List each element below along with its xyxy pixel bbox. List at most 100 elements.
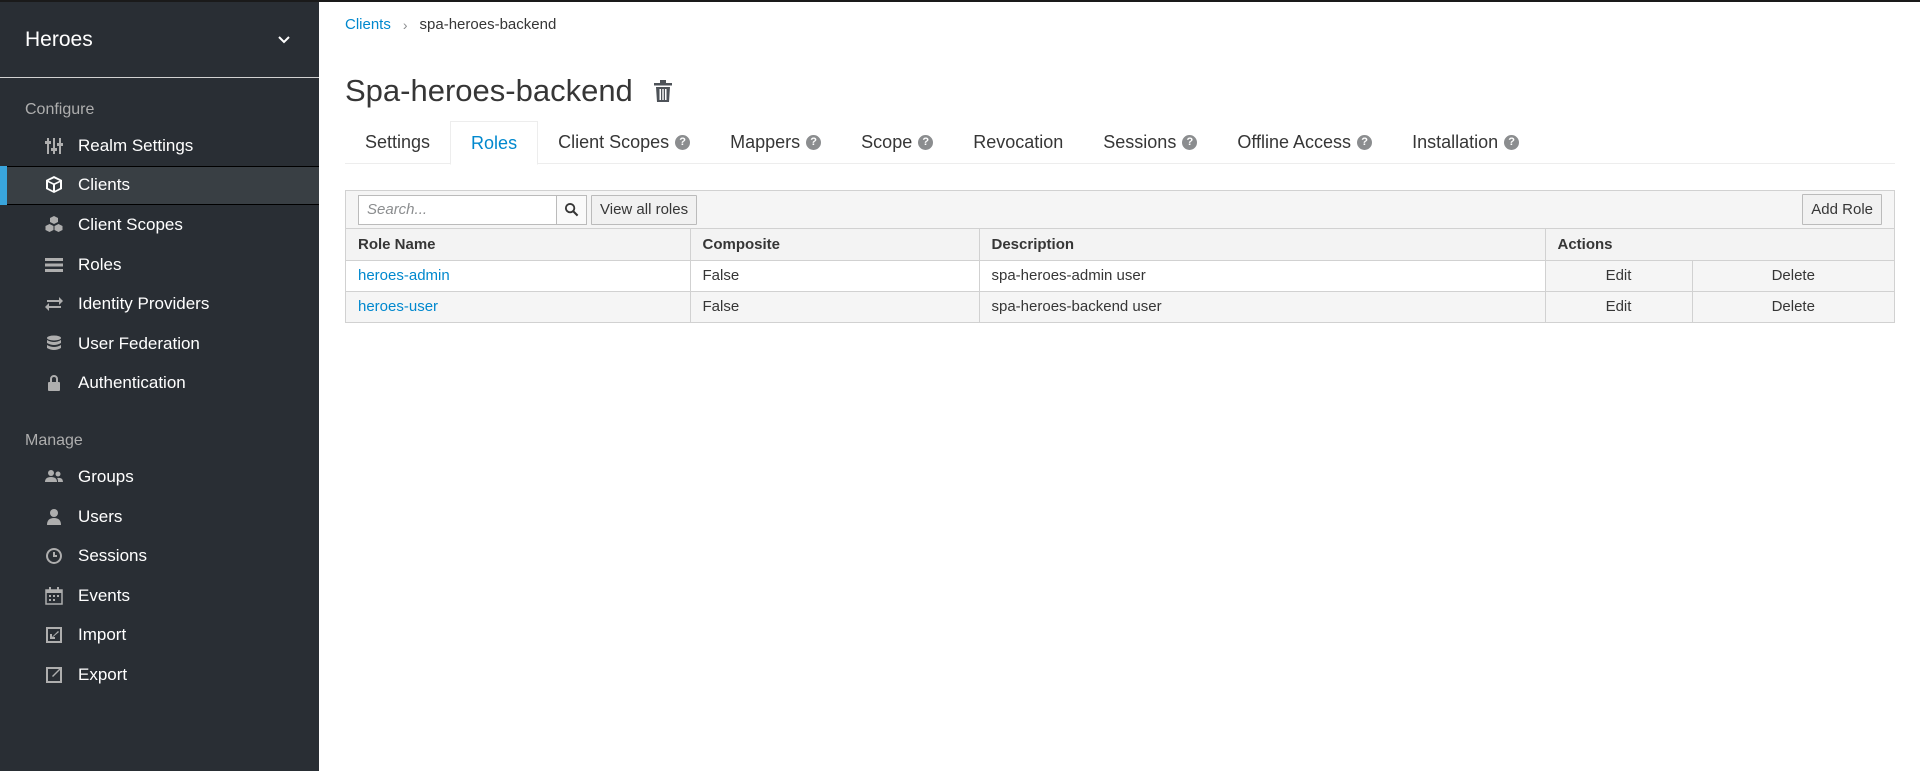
- composite-cell: False: [690, 259, 980, 291]
- edit-button[interactable]: Edit: [1545, 290, 1693, 322]
- sidebar-item-label: Identity Providers: [78, 294, 210, 314]
- sidebar-item-label: Sessions: [78, 546, 147, 566]
- table-header-row: Role Name Composite Description Actions: [346, 229, 1894, 260]
- help-icon[interactable]: ?: [675, 135, 691, 150]
- page-title: Spa-heroes-backend: [345, 73, 633, 108]
- users-icon: [44, 467, 64, 487]
- manage-nav: Groups Users Sessions Events Import Expo…: [0, 457, 319, 695]
- delete-button[interactable]: Delete: [1692, 290, 1894, 322]
- table-row: heroes-user False spa-heroes-backend use…: [346, 290, 1894, 322]
- breadcrumb-clients-link[interactable]: Clients: [345, 16, 391, 33]
- help-icon[interactable]: ?: [1504, 135, 1520, 150]
- sidebar-item-users[interactable]: Users: [0, 497, 319, 537]
- sidebar-item-label: Users: [78, 506, 123, 526]
- role-name-cell: heroes-user: [346, 290, 691, 322]
- sidebar-item-groups[interactable]: Groups: [0, 457, 319, 497]
- clock-icon: [44, 546, 64, 566]
- description-cell: spa-heroes-backend user: [979, 290, 1546, 322]
- column-header-description[interactable]: Description: [979, 229, 1546, 260]
- role-link[interactable]: heroes-user: [358, 298, 438, 315]
- trash-icon[interactable]: [653, 79, 673, 103]
- client-tabs: Settings Roles Client Scopes? Mappers? S…: [345, 121, 1895, 165]
- tab-label: Revocation: [973, 132, 1064, 152]
- sidebar-item-label: Clients: [78, 175, 130, 195]
- sidebar-item-client-scopes[interactable]: Client Scopes: [0, 205, 319, 245]
- tab-offline-access[interactable]: Offline Access?: [1217, 121, 1392, 164]
- configure-section-title: Configure: [25, 101, 95, 118]
- sidebar-item-user-federation[interactable]: User Federation: [0, 324, 319, 364]
- sidebar-item-label: Groups: [78, 466, 134, 486]
- sidebar-item-events[interactable]: Events: [0, 576, 319, 616]
- tab-label: Sessions: [1103, 132, 1177, 152]
- sidebar-item-clients[interactable]: Clients: [0, 165, 319, 206]
- help-icon[interactable]: ?: [1182, 135, 1198, 150]
- sidebar-item-label: Realm Settings: [78, 135, 194, 155]
- sidebar-item-export[interactable]: Export: [0, 655, 319, 695]
- tab-revocation[interactable]: Revocation: [953, 121, 1083, 164]
- sidebar-item-label: Roles: [78, 254, 122, 274]
- realm-selector[interactable]: Heroes: [0, 2, 319, 78]
- sidebar-item-authentication[interactable]: Authentication: [0, 364, 319, 404]
- composite-cell: False: [690, 290, 980, 322]
- sidebar-item-label: User Federation: [78, 333, 200, 353]
- role-name-cell: heroes-admin: [346, 259, 691, 291]
- tab-label: Roles: [471, 132, 518, 153]
- tab-roles[interactable]: Roles: [450, 121, 539, 165]
- tab-mappers[interactable]: Mappers?: [710, 121, 841, 164]
- breadcrumb-separator: ›: [402, 16, 408, 33]
- exchange-icon: [44, 294, 64, 314]
- sidebar-item-label: Import: [78, 625, 127, 645]
- column-header-actions: Actions: [1545, 229, 1894, 260]
- search-button[interactable]: [557, 194, 587, 225]
- export-icon: [44, 665, 64, 685]
- sidebar-item-roles[interactable]: Roles: [0, 245, 319, 285]
- roles-table: Role Name Composite Description Actions …: [346, 229, 1894, 322]
- view-all-roles-button[interactable]: View all roles: [591, 194, 698, 225]
- sidebar-item-import[interactable]: Import: [0, 616, 319, 656]
- search-input[interactable]: [358, 194, 557, 225]
- sidebar-item-sessions[interactable]: Sessions: [0, 536, 319, 576]
- sidebar-item-label: Client Scopes: [78, 214, 183, 234]
- database-icon: [44, 334, 64, 354]
- tab-label: Client Scopes: [558, 132, 670, 152]
- tab-sessions[interactable]: Sessions?: [1083, 121, 1217, 164]
- help-icon[interactable]: ?: [918, 135, 934, 150]
- delete-button[interactable]: Delete: [1692, 259, 1894, 291]
- configure-nav: Realm Settings Clients Client Scopes Rol…: [0, 126, 319, 403]
- cubes-icon: [44, 215, 64, 235]
- tab-client-scopes[interactable]: Client Scopes?: [538, 121, 710, 164]
- breadcrumb-current: spa-heroes-backend: [419, 16, 557, 33]
- role-link[interactable]: heroes-admin: [358, 267, 450, 284]
- manage-section-title: Manage: [25, 432, 83, 450]
- add-role-button[interactable]: Add Role: [1802, 194, 1882, 225]
- calendar-icon: [44, 586, 64, 606]
- tab-scope[interactable]: Scope?: [841, 121, 953, 164]
- sidebar-item-label: Authentication: [78, 373, 186, 393]
- lock-icon: [44, 373, 64, 393]
- tab-label: Offline Access: [1237, 132, 1352, 152]
- realm-name: Heroes: [25, 27, 93, 51]
- tab-label: Settings: [365, 132, 431, 152]
- import-icon: [44, 625, 64, 645]
- table-row: heroes-admin False spa-heroes-admin user…: [346, 259, 1894, 291]
- sidebar-item-label: Events: [78, 585, 130, 605]
- sidebar-item-realm-settings[interactable]: Realm Settings: [0, 126, 319, 166]
- sidebar-item-identity-providers[interactable]: Identity Providers: [0, 284, 319, 324]
- page-title-row: Spa-heroes-backend: [345, 73, 1895, 109]
- help-icon[interactable]: ?: [806, 135, 822, 150]
- roles-table-container: View all roles Add Role Role Name Compos…: [345, 190, 1895, 323]
- edit-button[interactable]: Edit: [1545, 259, 1693, 291]
- tab-installation[interactable]: Installation?: [1392, 121, 1539, 164]
- column-header-role-name[interactable]: Role Name: [346, 229, 691, 260]
- sidebar: Heroes Configure Realm Settings Clients …: [0, 2, 319, 771]
- column-header-composite[interactable]: Composite: [690, 229, 980, 260]
- tab-label: Installation: [1412, 132, 1499, 152]
- tab-settings[interactable]: Settings: [345, 121, 450, 164]
- user-icon: [44, 507, 64, 527]
- tab-label: Scope: [861, 132, 913, 152]
- main-content: Clients › spa-heroes-backend Spa-heroes-…: [345, 2, 1895, 323]
- cube-icon: [44, 175, 64, 195]
- chevron-down-icon: [278, 35, 290, 43]
- table-toolbar: View all roles Add Role: [346, 191, 1894, 229]
- help-icon[interactable]: ?: [1357, 135, 1373, 150]
